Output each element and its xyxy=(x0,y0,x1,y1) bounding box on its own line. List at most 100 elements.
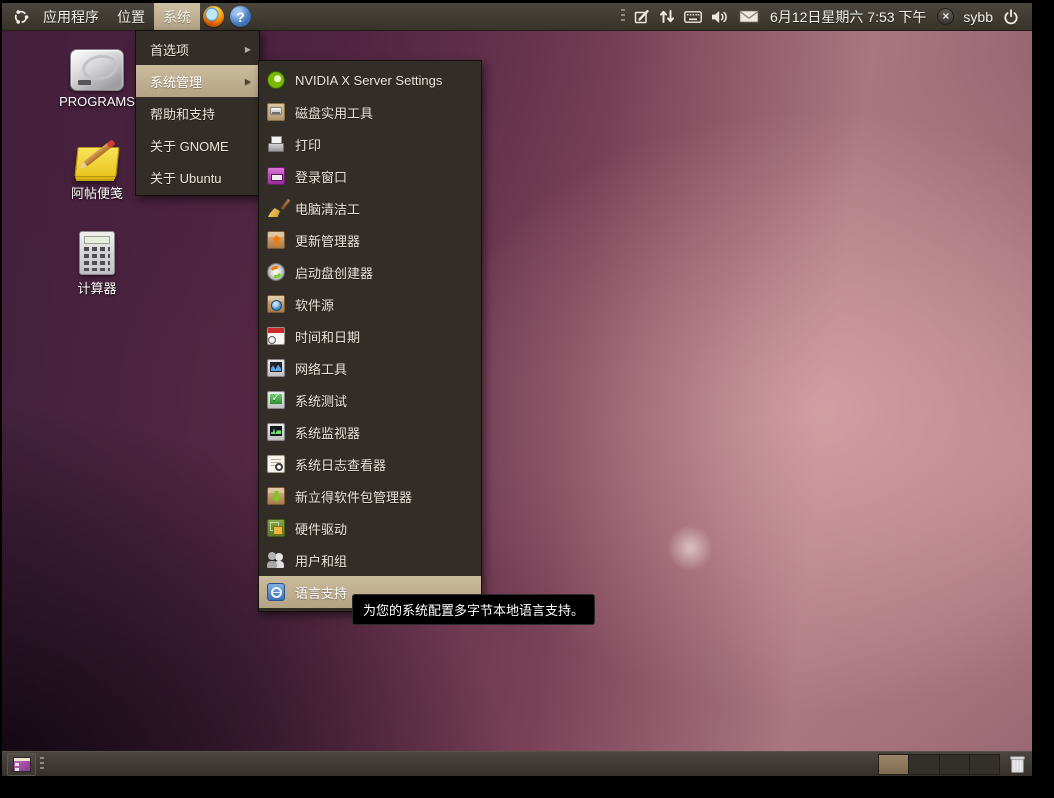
workspace-2[interactable] xyxy=(909,755,939,774)
menu-item-time-date[interactable]: 时间和日期 xyxy=(259,320,481,352)
menu-item-label: 更新管理器 xyxy=(295,231,360,250)
workspace-3[interactable] xyxy=(940,755,970,774)
menu-item-label: 系统管理 xyxy=(150,72,202,91)
menu-item-label: 系统监视器 xyxy=(295,423,360,442)
menu-item-label: 语言支持 xyxy=(295,583,347,602)
menu-item-label: 硬件驱动 xyxy=(295,519,347,538)
printer-icon xyxy=(267,135,285,153)
harddrive-icon xyxy=(70,49,124,91)
startup-disk-creator-icon xyxy=(267,263,285,281)
tooltip: 为您的系统配置多字节本地语言支持。 xyxy=(352,594,595,625)
computer-janitor-icon xyxy=(267,199,285,217)
note-indicator-icon[interactable] xyxy=(634,9,650,25)
time-date-icon xyxy=(267,327,285,345)
submenu-arrow-icon: ▶ xyxy=(245,77,251,86)
disk-utility-icon xyxy=(267,103,285,121)
menu-item-preferences[interactable]: 首选项 ▶ xyxy=(136,33,259,65)
ubuntu-logo-icon[interactable] xyxy=(12,8,30,26)
administration-submenu: NVIDIA X Server Settings 磁盘实用工具 打印 登录窗口 … xyxy=(258,60,482,612)
menu-item-label: 磁盘实用工具 xyxy=(295,103,373,122)
power-icon[interactable] xyxy=(1002,8,1020,26)
menu-item-label: 首选项 xyxy=(150,40,189,59)
sticky-notes-icon xyxy=(73,134,121,180)
notification-area: 6月12日星期六 7:53 下午 sybb xyxy=(621,3,1032,30)
applet-handle[interactable] xyxy=(621,9,625,24)
window-list-handle[interactable] xyxy=(40,757,44,771)
volume-icon[interactable] xyxy=(711,10,730,24)
hardware-drivers-icon xyxy=(267,519,285,537)
bottom-panel xyxy=(2,751,1032,776)
menu-item-help-support[interactable]: 帮助和支持 xyxy=(136,97,259,129)
update-manager-icon xyxy=(267,231,285,249)
firefox-launcher-icon[interactable] xyxy=(203,6,224,27)
workspace-switcher xyxy=(878,754,1000,775)
system-monitor-icon xyxy=(267,423,285,441)
menu-item-software-sources[interactable]: 软件源 xyxy=(259,288,481,320)
log-viewer-icon xyxy=(267,455,285,473)
workspace-4[interactable] xyxy=(970,755,999,774)
menu-item-label: 用户和组 xyxy=(295,551,347,570)
users-groups-icon xyxy=(267,551,285,569)
menu-item-label: 新立得软件包管理器 xyxy=(295,487,412,506)
menu-item-label: 电脑清洁工 xyxy=(295,199,360,218)
network-tools-icon xyxy=(267,359,285,377)
menu-item-about-ubuntu[interactable]: 关于 Ubuntu xyxy=(136,161,259,193)
menu-item-login-window[interactable]: 登录窗口 xyxy=(259,160,481,192)
menu-item-label: 关于 Ubuntu xyxy=(150,168,222,187)
menu-item-label: 系统测试 xyxy=(295,391,347,410)
submenu-arrow-icon: ▶ xyxy=(245,45,251,54)
menu-item-system-monitor[interactable]: 系统监视器 xyxy=(259,416,481,448)
menu-item-label: 登录窗口 xyxy=(295,167,347,186)
calculator-icon xyxy=(79,231,115,275)
menu-item-printing[interactable]: 打印 xyxy=(259,128,481,160)
user-offline-icon[interactable] xyxy=(937,8,954,25)
user-menu[interactable]: sybb xyxy=(963,9,993,25)
show-desktop-button[interactable] xyxy=(7,753,36,776)
menu-item-users-groups[interactable]: 用户和组 xyxy=(259,544,481,576)
menu-item-label: 帮助和支持 xyxy=(150,104,215,123)
menu-item-startup-disk-creator[interactable]: 启动盘创建器 xyxy=(259,256,481,288)
desktop-icon-label: 计算器 xyxy=(41,278,153,297)
trash-applet[interactable] xyxy=(1006,754,1028,774)
mail-icon[interactable] xyxy=(739,10,759,23)
keyboard-indicator-icon[interactable] xyxy=(684,11,702,23)
menu-item-label: 时间和日期 xyxy=(295,327,360,346)
menu-item-log-viewer[interactable]: 系统日志查看器 xyxy=(259,448,481,480)
menu-system[interactable]: 系统 xyxy=(154,3,200,30)
top-panel: 应用程序 位置 系统 xyxy=(2,3,1032,31)
menu-item-disk-utility[interactable]: 磁盘实用工具 xyxy=(259,96,481,128)
menu-item-label: 系统日志查看器 xyxy=(295,455,386,474)
menu-places[interactable]: 位置 xyxy=(108,3,154,30)
language-support-icon xyxy=(267,583,285,601)
menu-item-about-gnome[interactable]: 关于 GNOME xyxy=(136,129,259,161)
menu-item-label: NVIDIA X Server Settings xyxy=(295,73,442,88)
menu-item-administration[interactable]: 系统管理 ▶ xyxy=(136,65,259,97)
menu-item-label: 网络工具 xyxy=(295,359,347,378)
menu-item-label: 关于 GNOME xyxy=(150,136,229,155)
menu-item-system-testing[interactable]: 系统测试 xyxy=(259,384,481,416)
menu-item-label: 启动盘创建器 xyxy=(295,263,373,282)
nvidia-icon xyxy=(267,71,285,89)
software-sources-icon xyxy=(267,295,285,313)
login-window-icon xyxy=(267,167,285,185)
screen: 应用程序 位置 系统 xyxy=(2,3,1032,776)
menu-applications[interactable]: 应用程序 xyxy=(34,3,108,30)
system-menu-popup: 首选项 ▶ 系统管理 ▶ 帮助和支持 关于 GNOME 关于 Ubuntu xyxy=(135,30,260,196)
menu-item-computer-janitor[interactable]: 电脑清洁工 xyxy=(259,192,481,224)
show-desktop-icon xyxy=(13,757,31,772)
menu-item-hardware-drivers[interactable]: 硬件驱动 xyxy=(259,512,481,544)
menu-item-nvidia-settings[interactable]: NVIDIA X Server Settings xyxy=(259,64,481,96)
menu-item-network-tools[interactable]: 网络工具 xyxy=(259,352,481,384)
help-launcher-icon[interactable] xyxy=(230,6,251,27)
system-testing-icon xyxy=(267,391,285,409)
clock[interactable]: 6月12日星期六 7:53 下午 xyxy=(768,7,928,27)
workspace-1[interactable] xyxy=(879,755,909,774)
trash-icon xyxy=(1009,755,1026,774)
menu-item-update-manager[interactable]: 更新管理器 xyxy=(259,224,481,256)
menu-item-label: 软件源 xyxy=(295,295,334,314)
synaptic-icon xyxy=(267,487,285,505)
network-arrows-icon[interactable] xyxy=(659,9,675,24)
desktop-icon-calculator[interactable]: 计算器 xyxy=(41,231,153,297)
menu-item-synaptic[interactable]: 新立得软件包管理器 xyxy=(259,480,481,512)
menu-item-label: 打印 xyxy=(295,135,321,154)
